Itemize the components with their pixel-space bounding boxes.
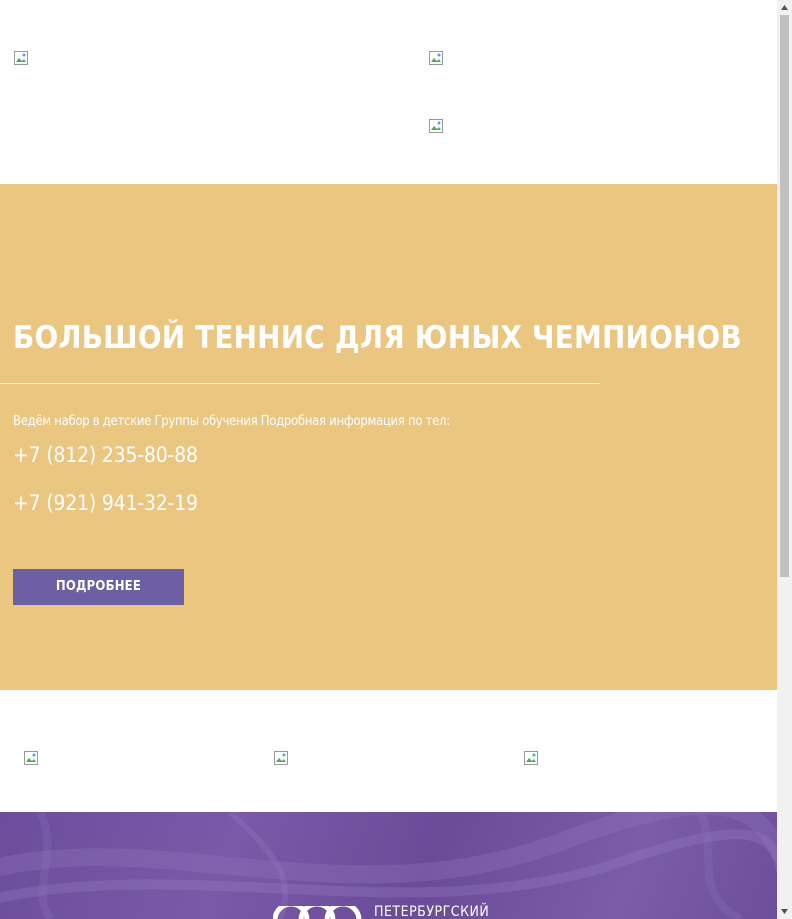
page-viewport: БОЛЬШОЙ ТЕННИС ДЛЯ ЮНЫХ ЧЕМПИОНОВ Ведём … (0, 0, 777, 919)
partners-strip (0, 690, 777, 812)
header-area (0, 0, 777, 184)
arrow-up-icon[interactable] (777, 0, 792, 15)
footer-logo-icon[interactable] (273, 906, 363, 919)
footer-logo-text: ПЕТЕРБУРГСКИЙ (374, 904, 490, 919)
hero-description: Ведём набор в детские Группы обучения По… (13, 414, 450, 429)
phone-link-2[interactable]: +7 (921) 941-32-19 (13, 491, 198, 515)
broken-image-icon[interactable] (24, 751, 38, 765)
footer-background-decoration (0, 812, 777, 919)
scrollbar-thumb[interactable] (780, 15, 789, 577)
broken-image-icon[interactable] (14, 51, 28, 65)
arrow-down-icon[interactable] (777, 904, 792, 919)
vertical-scrollbar[interactable] (777, 0, 792, 919)
hero-banner: БОЛЬШОЙ ТЕННИС ДЛЯ ЮНЫХ ЧЕМПИОНОВ Ведём … (0, 184, 777, 690)
broken-image-icon[interactable] (274, 751, 288, 765)
hero-title: БОЛЬШОЙ ТЕННИС ДЛЯ ЮНЫХ ЧЕМПИОНОВ (13, 320, 742, 356)
phone-link-1[interactable]: +7 (812) 235-80-88 (13, 443, 198, 467)
hero-divider (0, 383, 600, 384)
broken-image-icon[interactable] (429, 119, 443, 133)
footer: ПЕТЕРБУРГСКИЙ (0, 812, 777, 919)
broken-image-icon[interactable] (429, 51, 443, 65)
more-button[interactable]: ПОДРОБНЕЕ (13, 569, 184, 605)
broken-image-icon[interactable] (524, 751, 538, 765)
